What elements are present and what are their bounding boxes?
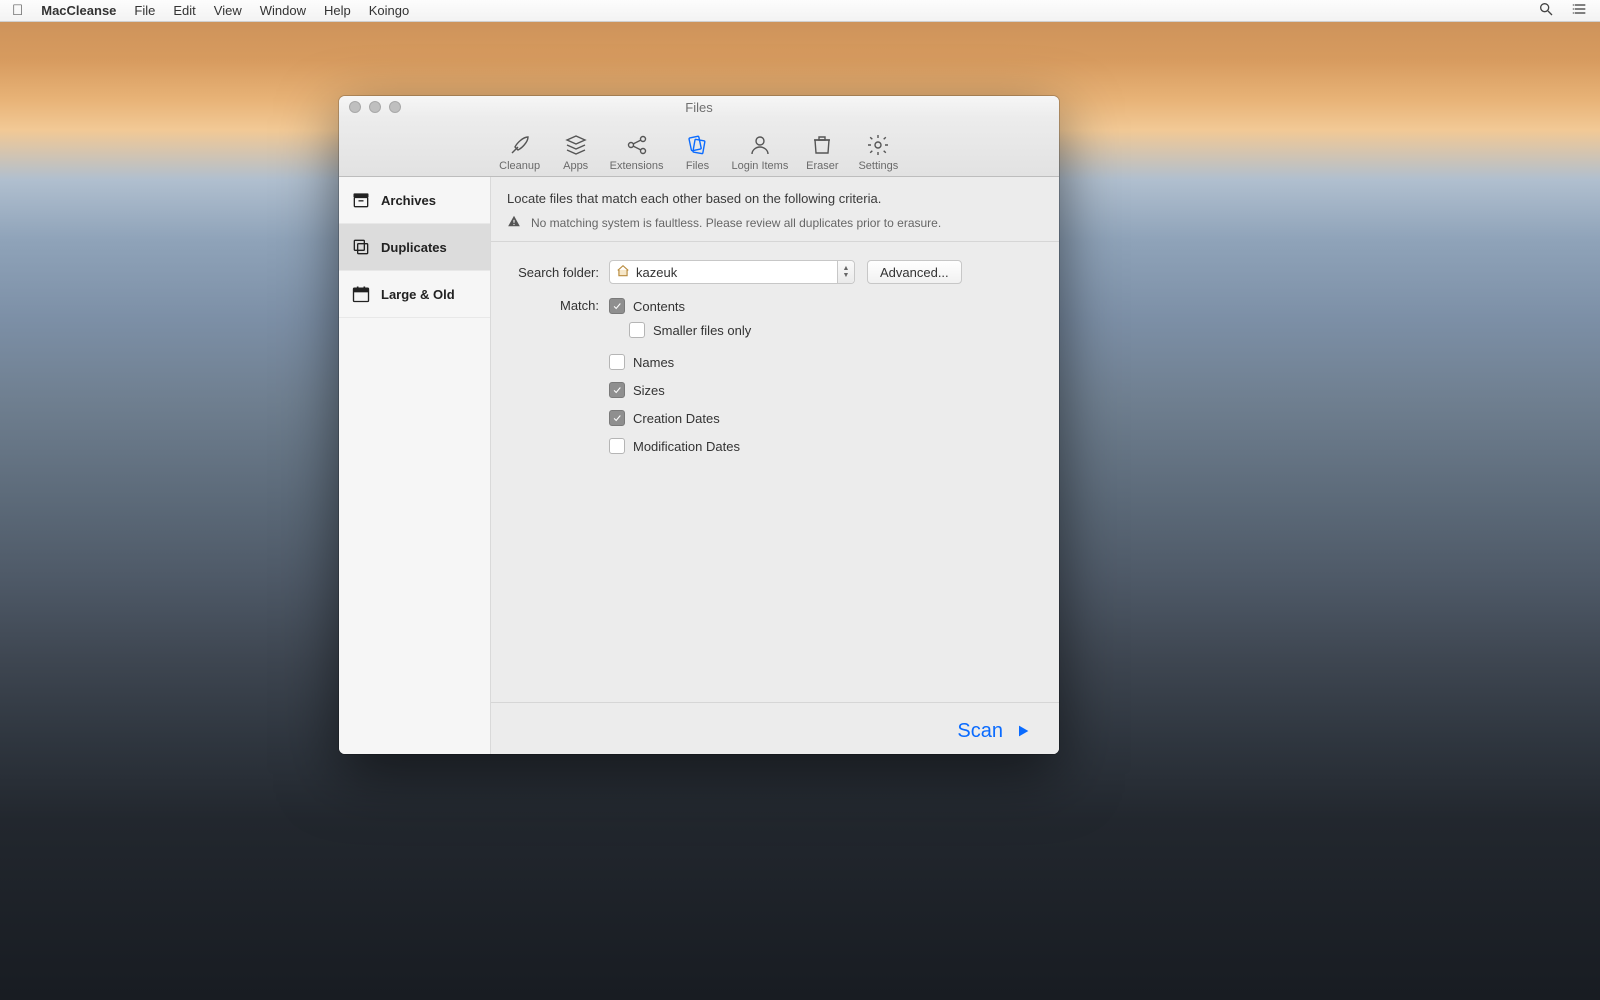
match-smaller-label: Smaller files only	[653, 323, 751, 338]
apple-menu-icon[interactable]: 	[12, 3, 23, 18]
match-creation-checkbox[interactable]	[609, 410, 625, 426]
toolbar-eraser-label: Eraser	[806, 160, 838, 172]
search-folder-value: kazeuk	[636, 265, 677, 280]
sidebar-item-duplicates[interactable]: Duplicates	[339, 224, 490, 271]
toolbar-files[interactable]: Files	[675, 132, 719, 172]
panel-warning: No matching system is faultless. Please …	[491, 214, 1059, 242]
toolbar-login-items[interactable]: Login Items	[731, 132, 788, 172]
match-contents-label: Contents	[633, 299, 685, 314]
home-folder-icon	[616, 264, 630, 281]
match-names-label: Names	[633, 355, 674, 370]
notification-center-icon[interactable]	[1572, 1, 1588, 20]
sidebar-item-archives-label: Archives	[381, 193, 436, 208]
apps-icon	[563, 132, 589, 158]
toolbar-extensions-label: Extensions	[610, 160, 664, 172]
select-stepper-icon: ▲▼	[837, 261, 854, 283]
toolbar: Cleanup Apps Extensions Files Login Item…	[339, 118, 1059, 177]
sidebar: Archives Duplicates Large & Old	[339, 177, 491, 754]
toolbar-files-label: Files	[686, 160, 709, 172]
match-options: Contents Smaller files only Names S	[609, 298, 1043, 466]
toolbar-login-items-label: Login Items	[731, 160, 788, 172]
window-body: Archives Duplicates Large & Old Locate f…	[339, 177, 1059, 754]
minimize-window-button[interactable]	[369, 101, 381, 113]
toolbar-eraser[interactable]: Eraser	[800, 132, 844, 172]
match-contents-row[interactable]: Contents	[609, 298, 1043, 314]
panel-form: Search folder: kazeuk ▲▼ Advanced... Mat…	[491, 242, 1059, 702]
match-modification-checkbox[interactable]	[609, 438, 625, 454]
menu-file[interactable]: File	[134, 3, 155, 18]
menubar-right	[1538, 1, 1588, 20]
sidebar-item-duplicates-label: Duplicates	[381, 240, 447, 255]
match-contents-checkbox[interactable]	[609, 298, 625, 314]
match-sizes-label: Sizes	[633, 383, 665, 398]
toolbar-settings-label: Settings	[858, 160, 898, 172]
sidebar-item-large-old[interactable]: Large & Old	[339, 271, 490, 318]
match-row: Match: Contents Smaller files only Na	[507, 298, 1043, 466]
calendar-icon	[351, 284, 371, 304]
duplicates-icon	[351, 237, 371, 257]
panel-description: Locate files that match each other based…	[491, 177, 1059, 214]
window-title: Files	[685, 100, 712, 115]
toolbar-apps-label: Apps	[563, 160, 588, 172]
close-window-button[interactable]	[349, 101, 361, 113]
menu-help[interactable]: Help	[324, 3, 351, 18]
toolbar-extensions[interactable]: Extensions	[610, 132, 664, 172]
advanced-button[interactable]: Advanced...	[867, 260, 962, 284]
menubar-app-name[interactable]: MacCleanse	[41, 3, 116, 18]
sidebar-item-large-old-label: Large & Old	[381, 287, 455, 302]
advanced-button-label: Advanced...	[880, 265, 949, 280]
match-smaller-checkbox[interactable]	[629, 322, 645, 338]
toolbar-cleanup[interactable]: Cleanup	[498, 132, 542, 172]
menubar:  MacCleanse File Edit View Window Help …	[0, 0, 1600, 22]
scan-button[interactable]: Scan	[957, 720, 1031, 743]
search-folder-row: Search folder: kazeuk ▲▼ Advanced...	[507, 260, 1043, 284]
toolbar-apps[interactable]: Apps	[554, 132, 598, 172]
files-icon	[684, 132, 710, 158]
window-titlebar[interactable]: Files	[339, 96, 1059, 118]
match-names-checkbox[interactable]	[609, 354, 625, 370]
panel-warning-text: No matching system is faultless. Please …	[531, 216, 941, 230]
match-creation-label: Creation Dates	[633, 411, 720, 426]
match-sizes-row[interactable]: Sizes	[609, 382, 1043, 398]
scan-button-label: Scan	[957, 720, 1003, 743]
match-label: Match:	[507, 298, 609, 313]
duplicates-panel: Locate files that match each other based…	[491, 177, 1059, 754]
match-modification-row[interactable]: Modification Dates	[609, 438, 1043, 454]
menu-edit[interactable]: Edit	[173, 3, 195, 18]
search-folder-label: Search folder:	[507, 265, 609, 280]
menu-window[interactable]: Window	[260, 3, 306, 18]
match-names-row[interactable]: Names	[609, 354, 1043, 370]
warning-triangle-icon	[507, 214, 521, 231]
panel-footer: Scan	[491, 702, 1059, 754]
match-creation-row[interactable]: Creation Dates	[609, 410, 1043, 426]
menu-view[interactable]: View	[214, 3, 242, 18]
app-window: Files Cleanup Apps Extensions Files	[339, 96, 1059, 754]
match-sizes-checkbox[interactable]	[609, 382, 625, 398]
play-icon	[1015, 722, 1031, 740]
toolbar-settings[interactable]: Settings	[856, 132, 900, 172]
archive-box-icon	[351, 190, 371, 210]
traffic-lights	[349, 101, 401, 113]
feather-icon	[507, 132, 533, 158]
sidebar-item-archives[interactable]: Archives	[339, 177, 490, 224]
menubar-left:  MacCleanse File Edit View Window Help …	[12, 3, 409, 18]
match-modification-label: Modification Dates	[633, 439, 740, 454]
share-icon	[624, 132, 650, 158]
toolbar-cleanup-label: Cleanup	[499, 160, 540, 172]
zoom-window-button[interactable]	[389, 101, 401, 113]
search-folder-select[interactable]: kazeuk ▲▼	[609, 260, 855, 284]
match-smaller-row[interactable]: Smaller files only	[629, 322, 1043, 338]
spotlight-search-icon[interactable]	[1538, 1, 1554, 20]
person-icon	[747, 132, 773, 158]
trash-icon	[809, 132, 835, 158]
menu-koingo[interactable]: Koingo	[369, 3, 409, 18]
gear-icon	[865, 132, 891, 158]
